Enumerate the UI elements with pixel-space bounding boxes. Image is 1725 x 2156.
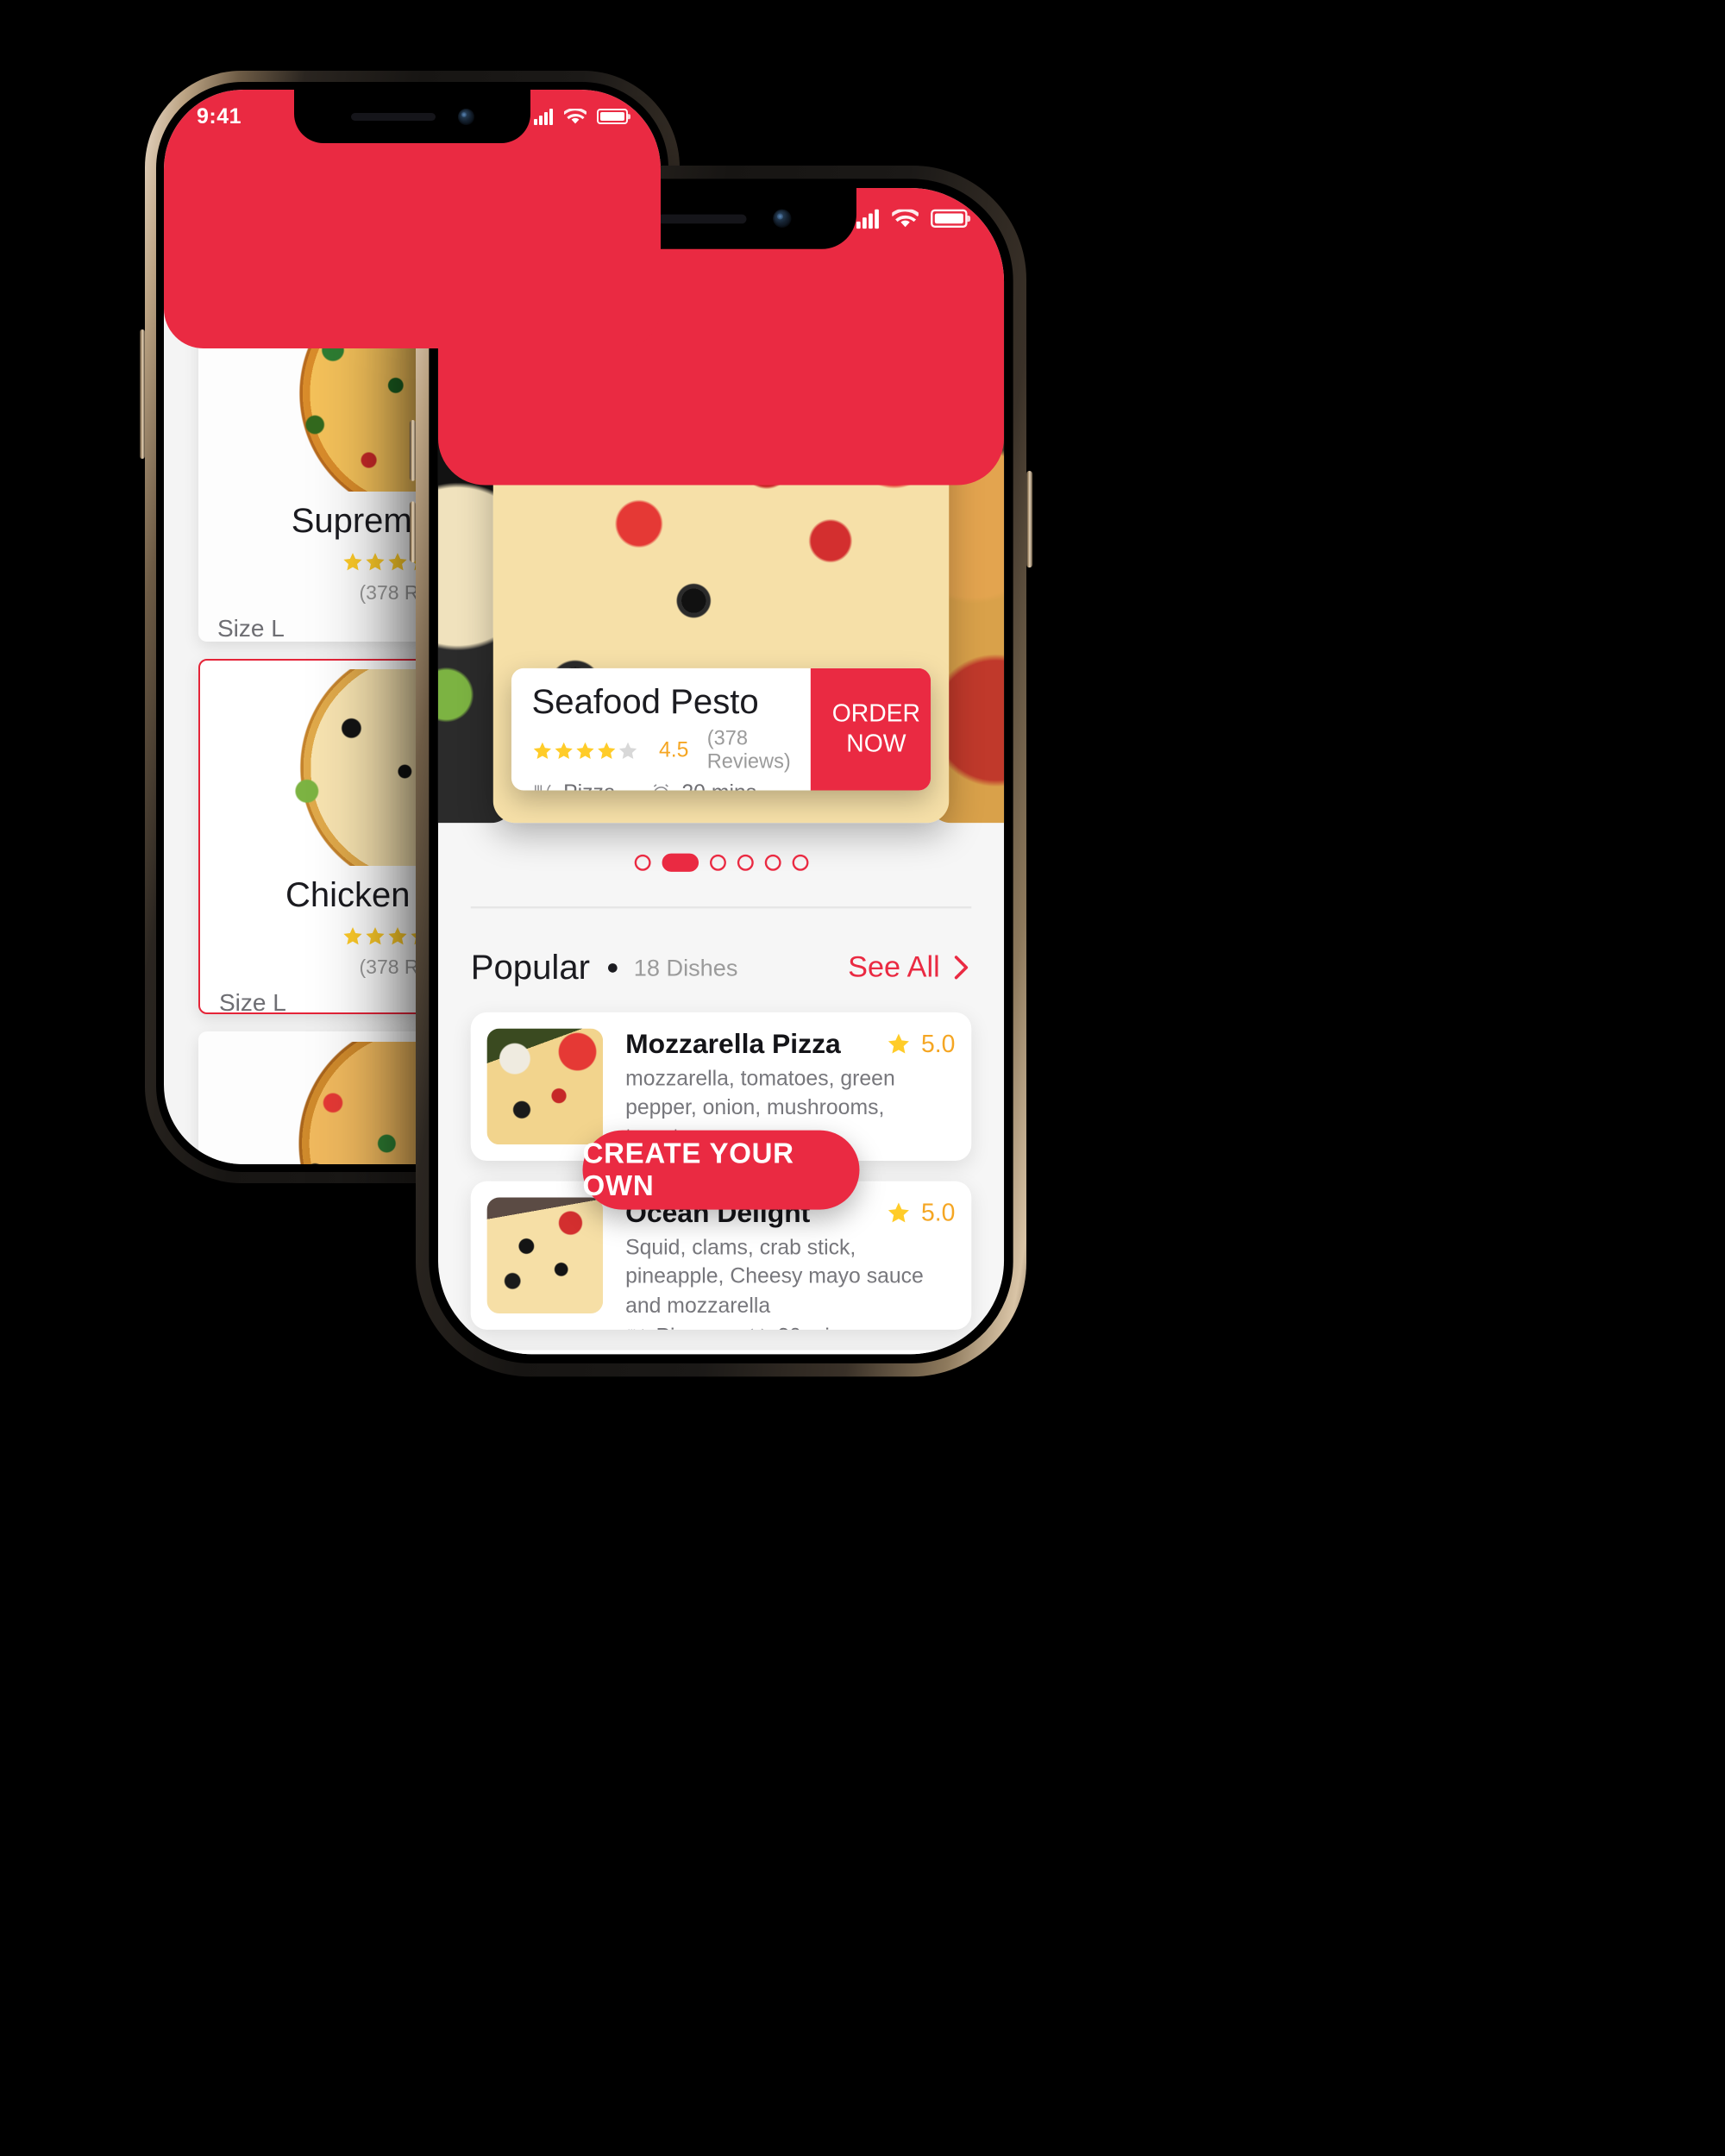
dish-rating-value: 5.0 [921,1030,956,1058]
hero-rating-row: 4.5 (378 Reviews) [532,727,791,774]
dish-rating-value: 5.0 [921,1199,956,1227]
star-icon [342,926,362,944]
popular-section-header: Popular 18 Dishes See All [471,941,972,993]
dish-body: Mozzarella Pizza 5.0 mozzarella, tomatoe… [603,1029,955,1162]
carousel-dots[interactable] [438,853,1004,872]
front-phone-volume-up [409,420,416,481]
create-your-own-button[interactable]: CREATE YOUR OWN [582,1130,860,1210]
hero-info-card[interactable]: Seafood Pesto 4.5 (378 Reviews) ORDER NO… [511,667,932,791]
star-icon [365,552,385,570]
hero-title: Seafood Pesto [531,682,759,722]
hero-category: Pizza [532,781,616,791]
star-icon [555,742,573,759]
dish-top-row: Mozzarella Pizza 5.0 [625,1029,955,1061]
hero-card-body: Seafood Pesto 4.5 (378 Reviews) [511,668,811,791]
see-all-link[interactable]: See All [848,950,971,984]
earpiece-speaker [650,214,747,223]
dish-time-label: 20 mins [777,1325,852,1330]
dish-thumbnail [486,1197,604,1314]
section-divider [470,906,972,909]
see-all-label: See All [848,950,940,984]
size-label: Size L [219,989,286,1014]
star-icon [888,1033,909,1054]
hero-time-label: 20 mins [681,781,756,791]
stars [532,740,639,761]
hero-category-label: Pizza [563,781,616,791]
carousel-dot[interactable] [737,854,754,871]
order-now-line1: ORDER [831,699,921,728]
star-icon [576,742,594,759]
carousel-dot[interactable] [792,854,808,871]
dish-category-label: Pizza [656,1325,708,1330]
hero-meta-row: Pizza 20 mins [532,781,791,791]
dish-rating: 5.0 [886,1030,956,1058]
star-icon [533,742,552,759]
dish-card[interactable] [470,1350,972,1355]
star-icon [365,926,385,944]
alarm-clock-icon [750,1327,765,1330]
back-phone-volume-buttons [140,329,145,459]
star-icon [387,552,407,570]
front-camera [773,209,792,228]
wifi-icon [892,209,919,227]
star-icon-empty [618,742,637,759]
size-label: Size L [217,615,285,642]
chevron-right-icon [954,956,969,980]
dish-body: Ocean Delight 5.0 Squid, clams, crab sti… [603,1198,956,1330]
front-camera [457,108,474,125]
hero-time: 20 mins [650,781,756,791]
front-phone-volume-down [409,501,416,563]
section-title: Popular [470,947,591,987]
screenshot-stage: 9:41 Supreme (378 Size L Chicken (378 Si… [0,0,1725,2156]
signal-icon [534,108,553,125]
cutlery-icon [628,1328,644,1330]
section-count: 18 Dishes [633,953,738,981]
hero-reviews: (378 Reviews) [706,727,791,774]
battery-icon [597,109,628,124]
dish-category: Pizza [625,1325,708,1330]
order-now-button[interactable]: ORDER NOW [811,667,932,791]
battery-icon [931,209,968,228]
star-icon [387,926,407,944]
cutlery-icon [535,784,551,791]
dish-name: Mozzarella Pizza [625,1028,841,1060]
dish-meta-row: Pizza 20 mins [625,1325,955,1330]
hero-rating-value: 4.5 [659,738,689,762]
star-icon [888,1202,909,1223]
alarm-clock-icon [654,784,669,791]
back-phone-notch [294,90,530,143]
carousel-dot[interactable] [709,854,726,871]
carousel-dot[interactable] [764,854,781,871]
star-icon [598,742,616,759]
dish-description: Squid, clams, crab stick, pineapple, Che… [625,1236,924,1318]
signal-icon [856,209,879,229]
front-phone-screen: 9:41 [437,187,1005,1355]
earpiece-speaker [350,112,436,121]
wifi-icon [564,108,586,123]
dot-separator-icon [608,962,618,973]
order-now-line2: NOW [846,730,906,758]
carousel-dot[interactable] [634,854,650,871]
dish-thumbnail [486,1028,604,1145]
front-phone-power-button [1026,471,1033,568]
status-time: 9:41 [197,103,242,128]
carousel-dot-active[interactable] [661,853,699,872]
dish-time: 20 mins [747,1325,852,1330]
dish-rating: 5.0 [886,1199,956,1227]
star-icon [342,552,362,570]
